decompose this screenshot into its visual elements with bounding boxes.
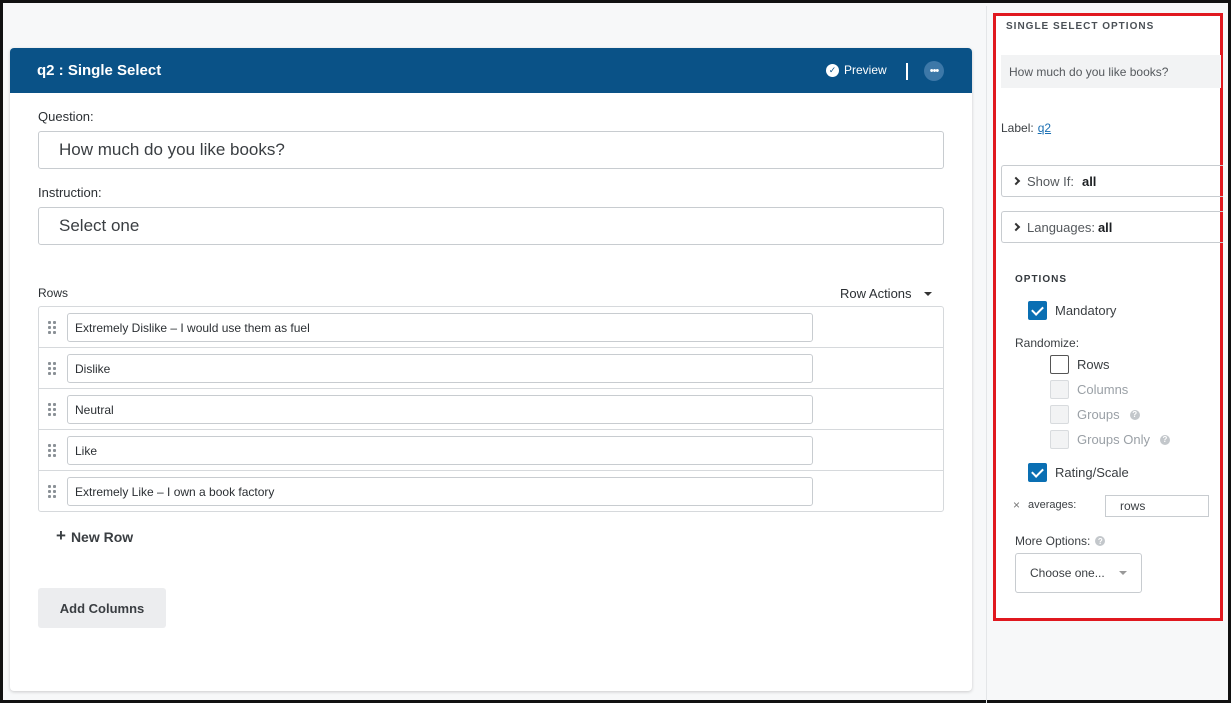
randomize-columns-checkbox: [1050, 380, 1069, 399]
randomize-groups-only-label: Groups Only: [1077, 432, 1150, 447]
more-actions-button[interactable]: •••: [924, 61, 944, 81]
plus-icon: +: [56, 526, 66, 545]
row-text-input[interactable]: Dislike: [67, 354, 813, 383]
instruction-label: Instruction:: [38, 185, 102, 200]
row-actions-dropdown[interactable]: Row Actions: [840, 286, 932, 301]
randomize-rows-label: Rows: [1077, 357, 1110, 372]
languages-label: Languages:: [1027, 219, 1095, 235]
chevron-right-icon: [1011, 176, 1021, 186]
label-line: Label: q2: [1001, 121, 1051, 135]
mandatory-label: Mandatory: [1055, 303, 1117, 318]
question-input[interactable]: How much do you like books?: [38, 131, 944, 169]
randomize-groups-checkbox: [1050, 405, 1069, 424]
table-row: Extremely Like – I own a book factory: [39, 471, 943, 512]
preview-icon: ✓: [826, 63, 839, 77]
app-window: q2 : Single Select ✓ Preview ••• Questio…: [0, 0, 1231, 703]
randomize-groups-option: Groups ?: [1050, 405, 1140, 424]
question-label: Question:: [38, 109, 94, 124]
more-options-select[interactable]: Choose one...: [1015, 553, 1142, 593]
table-row: Like: [39, 430, 943, 471]
rating-scale-option: Rating/Scale: [1028, 463, 1129, 482]
rows-table: Extremely Dislike – I would use them as …: [38, 306, 944, 512]
mandatory-option: Mandatory: [1028, 301, 1116, 320]
more-icon: •••: [929, 65, 940, 77]
question-editor-card: q2 : Single Select ✓ Preview ••• Questio…: [10, 48, 972, 691]
rating-scale-checkbox[interactable]: [1028, 463, 1047, 482]
row-text-input[interactable]: Extremely Like – I own a book factory: [67, 477, 813, 506]
rows-label: Rows: [38, 286, 69, 300]
preview-label: Preview: [844, 63, 887, 77]
randomize-label: Randomize:: [1015, 336, 1080, 350]
averages-row: × averages:: [1013, 498, 1076, 512]
more-options-select-value: Choose one...: [1030, 566, 1105, 580]
randomize-groups-label: Groups: [1077, 407, 1120, 422]
drag-handle-icon[interactable]: [48, 362, 56, 375]
show-if-label: Show If:: [1027, 173, 1074, 189]
card-header: q2 : Single Select ✓ Preview •••: [10, 48, 972, 93]
help-icon[interactable]: ?: [1159, 434, 1170, 445]
show-if-toggle[interactable]: Show If: all: [1001, 165, 1223, 197]
drag-handle-icon[interactable]: [48, 485, 56, 498]
panel-question-text: How much do you like books?: [1001, 55, 1221, 88]
header-separator: [906, 63, 908, 80]
row-text-input[interactable]: Like: [67, 436, 813, 465]
table-row: Neutral: [39, 389, 943, 430]
drag-handle-icon[interactable]: [48, 444, 56, 457]
new-row-button[interactable]: + New Row: [56, 526, 134, 546]
table-row: Dislike: [39, 348, 943, 389]
rating-scale-label: Rating/Scale: [1055, 465, 1129, 480]
show-if-value: all: [1081, 173, 1097, 189]
new-row-label: New Row: [70, 529, 134, 545]
mandatory-checkbox[interactable]: [1028, 301, 1047, 320]
table-row: Extremely Dislike – I would use them as …: [39, 307, 943, 348]
more-options-label-row: More Options: ?: [1015, 534, 1106, 548]
panel-divider: [986, 6, 987, 703]
randomize-groups-only-checkbox: [1050, 430, 1069, 449]
row-actions-label: Row Actions: [840, 286, 912, 301]
drag-handle-icon[interactable]: [48, 321, 56, 334]
languages-toggle[interactable]: Languages: all: [1001, 211, 1223, 243]
row-text-input[interactable]: Neutral: [67, 395, 813, 424]
averages-input[interactable]: rows: [1105, 495, 1209, 517]
preview-button[interactable]: ✓ Preview: [826, 63, 887, 77]
question-title: q2 : Single Select: [37, 62, 162, 79]
drag-handle-icon[interactable]: [48, 403, 56, 416]
help-icon[interactable]: ?: [1095, 536, 1106, 546]
chevron-right-icon: [1011, 222, 1021, 232]
help-icon[interactable]: ?: [1129, 409, 1140, 420]
averages-label: averages:: [1028, 499, 1077, 511]
randomize-rows-option: Rows: [1050, 355, 1110, 374]
caret-down-icon: [1118, 571, 1127, 575]
caret-down-icon: [923, 291, 932, 296]
row-text-input[interactable]: Extremely Dislike – I would use them as …: [67, 313, 813, 342]
instruction-input[interactable]: Select one: [38, 207, 944, 245]
label-link[interactable]: q2: [1038, 121, 1051, 135]
single-select-options-panel: SINGLE SELECT OPTIONS How much do you li…: [993, 13, 1223, 621]
label-prefix: Label:: [1001, 121, 1034, 135]
add-columns-button[interactable]: Add Columns: [38, 588, 166, 628]
randomize-columns-label: Columns: [1077, 382, 1129, 397]
randomize-rows-checkbox[interactable]: [1050, 355, 1069, 374]
randomize-groups-only-option: Groups Only ?: [1050, 430, 1170, 449]
languages-value: all: [1097, 219, 1113, 235]
options-title: OPTIONS: [1015, 274, 1068, 285]
close-icon[interactable]: ×: [1013, 498, 1020, 512]
more-options-label: More Options:: [1015, 534, 1091, 548]
randomize-columns-option: Columns: [1050, 380, 1128, 399]
panel-title: SINGLE SELECT OPTIONS: [1006, 21, 1155, 32]
